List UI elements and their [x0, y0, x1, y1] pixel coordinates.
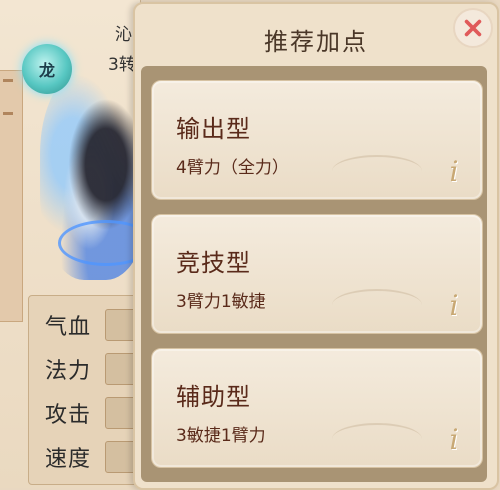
- recommend-points-dialog: 推荐加点 输出型 4臂力（全力） i 竞技型 3臂力1敏捷 i 辅助型 3敏捷1…: [133, 2, 499, 490]
- option-description: 4臂力（全力）: [176, 158, 289, 178]
- option-title: 输出型: [176, 115, 251, 143]
- options-list: 输出型 4臂力（全力） i 竞技型 3臂力1敏捷 i 辅助型 3敏捷1臂力 i: [141, 66, 487, 482]
- option-title: 竞技型: [176, 249, 251, 277]
- info-icon[interactable]: i: [442, 155, 466, 188]
- stat-label: 法力: [45, 359, 92, 384]
- dragon-badge-icon: 龙: [22, 44, 72, 94]
- side-tab[interactable]: [0, 70, 23, 322]
- info-icon[interactable]: i: [442, 423, 466, 456]
- option-card-arena[interactable]: 竞技型 3臂力1敏捷 i: [151, 214, 483, 334]
- stat-label: 攻击: [45, 403, 92, 428]
- option-card-support[interactable]: 辅助型 3敏捷1臂力 i: [151, 348, 483, 468]
- character-panel: 龙 沁 3转 气血 法力 攻击 速度: [0, 0, 157, 488]
- badge-glyph: 龙: [38, 61, 55, 80]
- stat-label: 速度: [45, 447, 92, 472]
- option-description: 3臂力1敏捷: [176, 292, 266, 312]
- stat-label: 气血: [45, 315, 92, 340]
- stats-panel: 气血 法力 攻击 速度: [28, 295, 157, 485]
- close-button[interactable]: [453, 8, 493, 48]
- option-title: 辅助型: [176, 383, 251, 411]
- info-icon[interactable]: i: [442, 289, 466, 322]
- character-level-fragment: 3转: [108, 55, 136, 75]
- character-name-fragment: 沁: [115, 25, 132, 45]
- option-description: 3敏捷1臂力: [176, 426, 266, 446]
- option-card-output[interactable]: 输出型 4臂力（全力） i: [151, 80, 483, 200]
- dialog-title: 推荐加点: [264, 28, 368, 56]
- close-x-icon: [464, 19, 482, 37]
